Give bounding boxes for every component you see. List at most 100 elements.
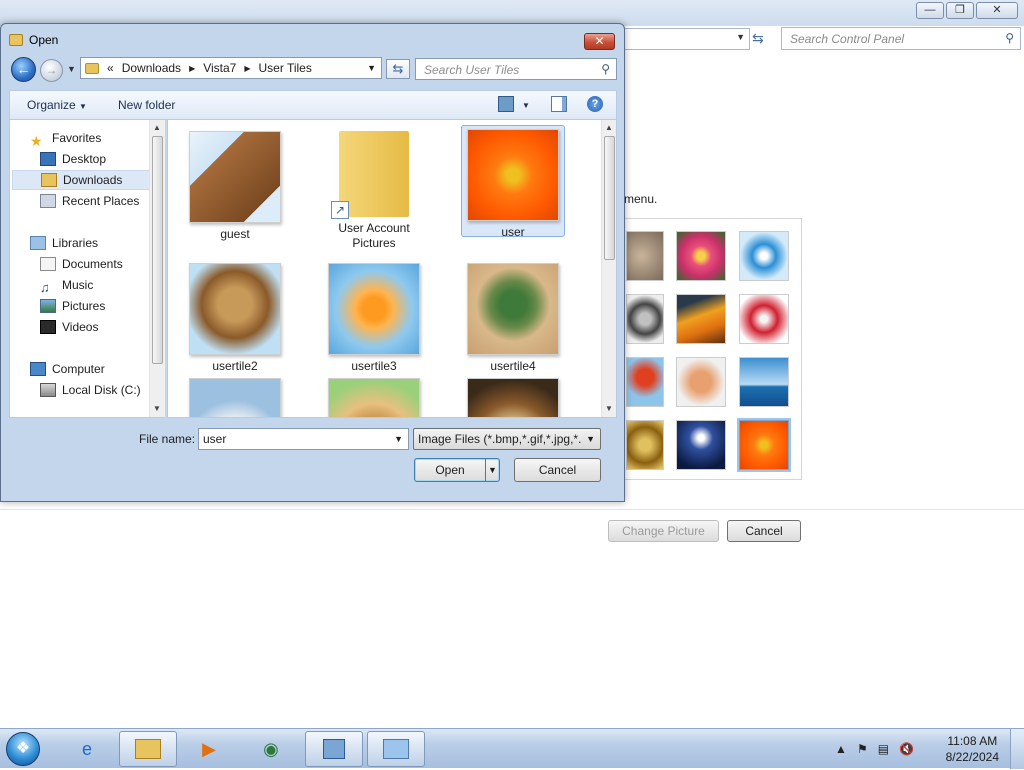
new-folder-button[interactable]: New folder <box>118 98 175 112</box>
scroll-up-icon[interactable]: ▲ <box>153 123 161 132</box>
file-item-user[interactable]: user <box>461 125 565 239</box>
control-panel-taskbar-icon[interactable] <box>305 731 363 767</box>
file-item-partial-chess[interactable] <box>461 375 565 417</box>
show-hidden-icons-icon[interactable]: ▲ <box>835 742 847 756</box>
nav-downloads[interactable]: Downloads <box>12 170 150 190</box>
pictures-icon <box>40 299 56 313</box>
nav-videos[interactable]: Videos <box>40 317 98 337</box>
instruction-text: menu. <box>624 192 658 206</box>
breadcrumb-overflow[interactable]: « <box>107 61 114 75</box>
nav-documents[interactable]: Documents <box>40 254 123 274</box>
organize-button[interactable]: Organize ▼ <box>27 98 87 112</box>
nav-scroll-thumb[interactable] <box>152 136 163 364</box>
minimize-button[interactable]: — <box>916 2 944 19</box>
picture-tile-balloon[interactable] <box>626 357 664 407</box>
documents-icon <box>40 257 56 271</box>
picture-tile-orange-flower[interactable] <box>737 418 791 472</box>
history-dropdown-icon[interactable]: ▼ <box>67 64 76 74</box>
disk-icon <box>40 383 56 397</box>
nav-libraries[interactable]: Libraries <box>30 233 98 253</box>
scroll-down-icon[interactable]: ▼ <box>605 404 613 413</box>
breadcrumb-vista7[interactable]: Vista7 <box>203 61 236 75</box>
browser-icon[interactable]: ◉ <box>242 731 300 767</box>
picture-tile-doll[interactable] <box>676 357 726 407</box>
nav-recent-places[interactable]: Recent Places <box>40 191 139 211</box>
picture-tile-crane[interactable] <box>739 294 789 344</box>
breadcrumb-downloads[interactable]: Downloads <box>122 61 181 75</box>
filetype-select[interactable]: Image Files (*.bmp,*.gif,*.jpg,*. ▼ <box>413 428 601 450</box>
nav-music[interactable]: ♫ Music <box>40 275 93 295</box>
file-item-usertile4[interactable]: usertile4 <box>461 260 565 374</box>
file-scroll-thumb[interactable] <box>604 136 615 260</box>
file-item-guest[interactable]: guest <box>183 128 287 242</box>
preview-pane-icon[interactable] <box>551 96 567 112</box>
start-button[interactable]: ❖ <box>6 732 40 766</box>
user-accounts-taskbar-icon[interactable] <box>367 731 425 767</box>
picture-tile-basket[interactable] <box>626 420 664 470</box>
refresh-icon[interactable]: ⇆ <box>752 30 764 47</box>
close-button[interactable]: ✕ <box>976 2 1018 19</box>
chevron-down-icon[interactable]: ▼ <box>367 63 376 73</box>
file-item-user-account-pictures[interactable]: ↗ User Account Pictures <box>322 128 426 251</box>
filename-value[interactable]: user <box>203 432 226 446</box>
show-desktop-button[interactable] <box>1010 729 1024 769</box>
open-button[interactable]: Open ▼ <box>414 458 500 482</box>
picture-tile-stairs[interactable] <box>676 294 726 344</box>
chevron-down-icon[interactable]: ▼ <box>736 32 745 42</box>
media-player-icon[interactable]: ▶ <box>180 731 238 767</box>
nav-scrollbar[interactable]: ▲ ▼ <box>149 120 165 417</box>
chevron-right-icon[interactable]: ▶ <box>244 64 250 73</box>
filename-input[interactable]: user ▼ <box>198 428 409 450</box>
action-center-flag-icon[interactable]: ⚑ <box>857 742 868 756</box>
nav-local-disk[interactable]: Local Disk (C:) <box>40 380 141 400</box>
picture-tile-pinwheel[interactable] <box>739 231 789 281</box>
breadcrumb-user-tiles[interactable]: User Tiles <box>259 61 312 75</box>
search-input[interactable]: Search User Tiles ⚲ <box>415 58 617 80</box>
search-icon[interactable]: ⚲ <box>1005 31 1014 45</box>
picture-tile-flower[interactable] <box>676 231 726 281</box>
file-item-usertile2[interactable]: usertile2 <box>183 260 287 374</box>
cancel-button[interactable]: Cancel <box>514 458 601 482</box>
refresh-button[interactable]: ⇆ <box>386 59 410 79</box>
file-item-partial-puppy[interactable] <box>322 375 426 417</box>
windows-explorer-icon[interactable] <box>119 731 177 767</box>
network-icon[interactable]: ▤ <box>878 742 889 756</box>
file-item-usertile3[interactable]: usertile3 <box>322 260 426 374</box>
dialog-close-button[interactable]: ✕ <box>584 33 615 50</box>
nav-favorites[interactable]: ★ Favorites <box>30 128 101 149</box>
change-picture-button[interactable]: Change Picture <box>608 520 719 542</box>
picture-tile-jacks[interactable] <box>626 294 664 344</box>
picture-tile-kitten[interactable] <box>626 231 664 281</box>
view-icon[interactable] <box>498 96 514 112</box>
background-cancel-button[interactable]: Cancel <box>727 520 801 542</box>
restore-button[interactable]: ❐ <box>946 2 974 19</box>
nav-desktop[interactable]: Desktop <box>40 149 106 169</box>
chevron-down-icon[interactable]: ▼ <box>586 434 595 444</box>
file-list: guest ↗ User Account Pictures user usert… <box>167 120 617 418</box>
address-bar[interactable]: ▼ <box>620 28 750 50</box>
help-icon[interactable]: ? <box>587 96 603 112</box>
breadcrumb[interactable]: « Downloads ▶ Vista7 ▶ User Tiles ▼ <box>80 57 382 79</box>
file-item-partial-sports[interactable] <box>183 375 287 417</box>
view-dropdown-icon[interactable]: ▼ <box>522 101 530 110</box>
folder-icon <box>85 62 99 74</box>
clock[interactable]: 11:08 AM 8/22/2024 <box>946 733 999 765</box>
open-split-dropdown[interactable]: ▼ <box>485 459 499 481</box>
search-icon[interactable]: ⚲ <box>601 62 610 76</box>
forward-button[interactable]: → <box>40 59 63 82</box>
scroll-down-icon[interactable]: ▼ <box>153 404 161 413</box>
nav-pictures[interactable]: Pictures <box>40 296 105 316</box>
nav-computer[interactable]: Computer <box>30 359 105 379</box>
control-panel-search-input[interactable]: Search Control Panel ⚲ <box>781 27 1021 50</box>
back-button[interactable]: ← <box>11 57 36 82</box>
picture-tile-sailboat[interactable] <box>739 357 789 407</box>
volume-muted-icon[interactable]: 🔇 <box>899 742 914 756</box>
scroll-up-icon[interactable]: ▲ <box>605 123 613 132</box>
file-scrollbar[interactable]: ▲ ▼ <box>601 120 616 417</box>
chevron-down-icon[interactable]: ▼ <box>394 434 403 444</box>
taskbar: ❖ e ▶ ◉ ▲ ⚑ ▤ 🔇 11:08 AM 8/22/2024 <box>0 728 1024 769</box>
picture-tile-lighthouse[interactable] <box>676 420 726 470</box>
internet-explorer-icon[interactable]: e <box>58 731 116 767</box>
filetype-value: Image Files (*.bmp,*.gif,*.jpg,*. <box>418 432 582 446</box>
chevron-right-icon[interactable]: ▶ <box>189 64 195 73</box>
